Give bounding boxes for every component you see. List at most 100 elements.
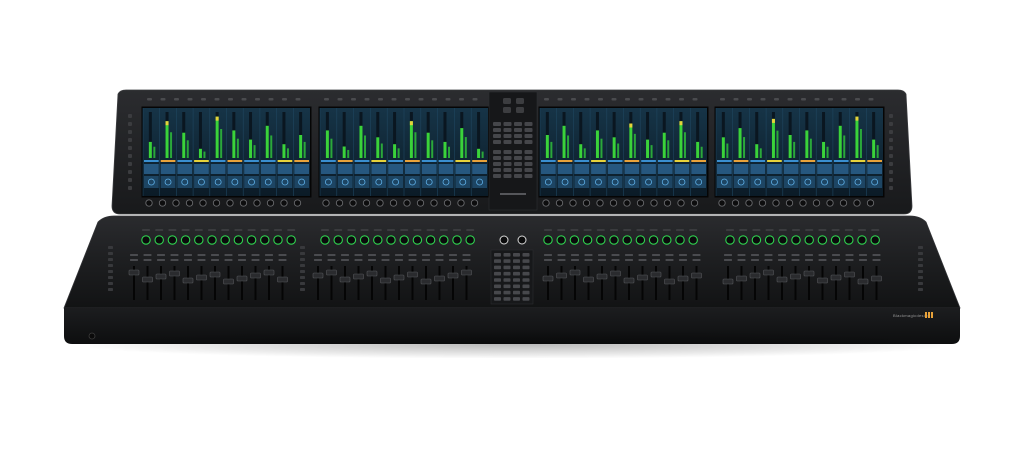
bridge-button: [611, 98, 617, 101]
keypad-button: [503, 134, 512, 138]
channel-block: [160, 176, 176, 188]
desk-side-button: [300, 288, 305, 291]
fader-button: [408, 259, 417, 261]
bridge-side-button: [889, 170, 893, 174]
desk-side-button: [108, 270, 113, 273]
bridge-button: [665, 98, 671, 101]
bridge-button: [571, 98, 576, 101]
meter-level: [826, 146, 829, 158]
desk-keypad-button: [494, 265, 501, 270]
desk-side-button: [108, 276, 113, 279]
fader-button: [859, 259, 867, 261]
channel-knob: [582, 235, 593, 245]
keypad-button: [514, 134, 522, 138]
knob-button: [636, 229, 645, 231]
bridge-knob: [799, 199, 807, 207]
fader-button: [724, 254, 732, 256]
meter-level: [170, 132, 173, 158]
meter-level: [696, 141, 700, 158]
knob-button: [387, 229, 395, 231]
bridge-button: [351, 98, 356, 101]
channel-block: [354, 176, 370, 188]
fader-cap: [196, 274, 207, 281]
fader-slot: [254, 266, 257, 300]
channel-knob: [596, 235, 606, 245]
meter-level: [198, 148, 202, 158]
fader-cap: [393, 274, 405, 281]
desk-keypad-button: [513, 284, 520, 289]
desk-side-button: [300, 258, 305, 261]
fader-button: [449, 254, 457, 256]
channel-block: [800, 164, 816, 174]
channel-color-strip: [337, 160, 353, 162]
knob-button: [778, 229, 787, 231]
fader-cap: [583, 276, 594, 283]
meter-level: [460, 128, 464, 158]
channel-knob: [675, 235, 685, 245]
fader-button: [724, 259, 732, 261]
fader-button: [314, 254, 322, 256]
desk-keypad-button: [503, 253, 511, 257]
fader-button: [584, 259, 593, 261]
knob-button: [360, 229, 369, 231]
knob-button: [274, 229, 282, 231]
bridge-knob: [731, 199, 740, 207]
bridge-button: [445, 98, 451, 101]
fader-cap: [610, 270, 621, 277]
channel-knob: [635, 235, 646, 245]
meter-level: [788, 135, 792, 158]
desk-side-button: [300, 264, 305, 267]
knob-button: [752, 229, 761, 231]
knob-button: [453, 229, 461, 231]
meter-level: [364, 135, 367, 158]
channel-block: [388, 176, 403, 188]
desk-keypad-button: [522, 278, 530, 282]
knob-button: [596, 229, 605, 231]
meter-level: [550, 141, 553, 158]
keypad-button: [493, 162, 501, 166]
bridge-button: [747, 98, 752, 101]
bridge-knob: [542, 199, 550, 207]
channel-color-strip: [277, 160, 293, 162]
keypad-button: [503, 122, 512, 126]
channel-knob: [346, 235, 357, 245]
channel-color-strip: [783, 160, 799, 162]
fader-slot: [200, 266, 203, 300]
audio-mixing-console: [63, 89, 961, 344]
channel-knob: [399, 235, 409, 245]
meter-level: [876, 145, 879, 158]
bridge-side-button: [128, 170, 132, 174]
audio-console-scene: Blackmagicdesign: [0, 0, 1024, 469]
channel-block: [354, 164, 370, 174]
meter-level: [265, 125, 269, 158]
bridge-button: [692, 98, 698, 101]
meter-level: [617, 143, 620, 158]
meter-level: [650, 145, 653, 158]
desk-keypad-button: [522, 297, 530, 301]
channel-block: [421, 164, 437, 174]
bridge-knob: [226, 199, 234, 207]
bridge-side-button: [889, 138, 893, 142]
meter-level: [165, 121, 169, 158]
fader-slot: [655, 266, 657, 300]
fader-button: [571, 254, 579, 256]
desk-side-button: [300, 270, 305, 273]
fader-button: [764, 254, 773, 256]
desk-keypad-button: [513, 290, 520, 295]
fader-button: [845, 254, 854, 256]
desk-keypad-button: [503, 284, 511, 289]
keypad-button: [493, 156, 501, 160]
desk-side-button: [918, 246, 923, 249]
meter-level: [477, 148, 481, 158]
fader-button: [341, 259, 349, 261]
bridge-button: [214, 98, 220, 101]
fader-button: [408, 254, 417, 256]
meter-peak: [855, 116, 859, 121]
fader-button: [422, 254, 430, 256]
bridge-button: [814, 98, 820, 101]
bridge-knob: [718, 199, 726, 207]
channel-color-strip: [557, 160, 573, 162]
bridge-knob: [772, 199, 780, 207]
channel-knob: [439, 235, 449, 245]
keypad-button: [514, 128, 522, 132]
